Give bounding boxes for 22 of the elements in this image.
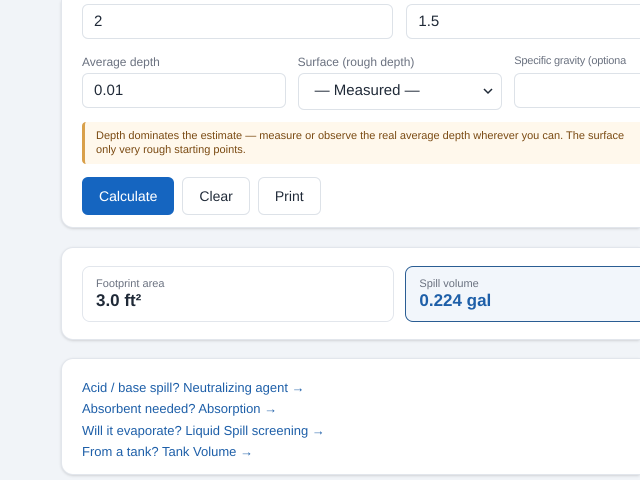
notice-text: only very rough starting points. — [96, 143, 247, 157]
related-link[interactable]: Absorbent needed? Absorption → — [82, 398, 278, 420]
notice-text: Depth dominates the estimate — measure or observe the real average depth wherever you can. The surface — [96, 129, 626, 143]
result-value: 0.224 gal — [419, 291, 492, 311]
chevron-down-icon — [483, 88, 494, 95]
calculate-button[interactable]: Calculate — [82, 177, 174, 215]
action-button[interactable]: Print — [258, 177, 321, 215]
input-field[interactable]: 0.01 — [82, 73, 286, 108]
field-label: Specific gravity (optiona — [514, 54, 626, 69]
input-field[interactable] — [514, 73, 640, 108]
select-field[interactable]: — Measured — — [298, 73, 502, 110]
field-label: Surface (rough depth) — [298, 54, 414, 69]
related-link[interactable]: From a tank? Tank Volume → — [82, 440, 254, 462]
result-label: Spill volume — [419, 278, 480, 291]
action-button[interactable]: Clear — [182, 177, 250, 215]
field-label: Average depth — [82, 54, 160, 69]
input-field[interactable]: 1.5 — [406, 4, 640, 39]
input-field[interactable]: 2 — [82, 4, 394, 39]
result-value: 3.0 ft² — [96, 291, 142, 311]
related-link[interactable]: Acid / base spill? Neutralizing agent → — [82, 377, 305, 398]
result-label: Footprint area — [96, 278, 166, 291]
related-link[interactable]: Will it evaporate? Liquid Spill screening → — [82, 420, 325, 441]
